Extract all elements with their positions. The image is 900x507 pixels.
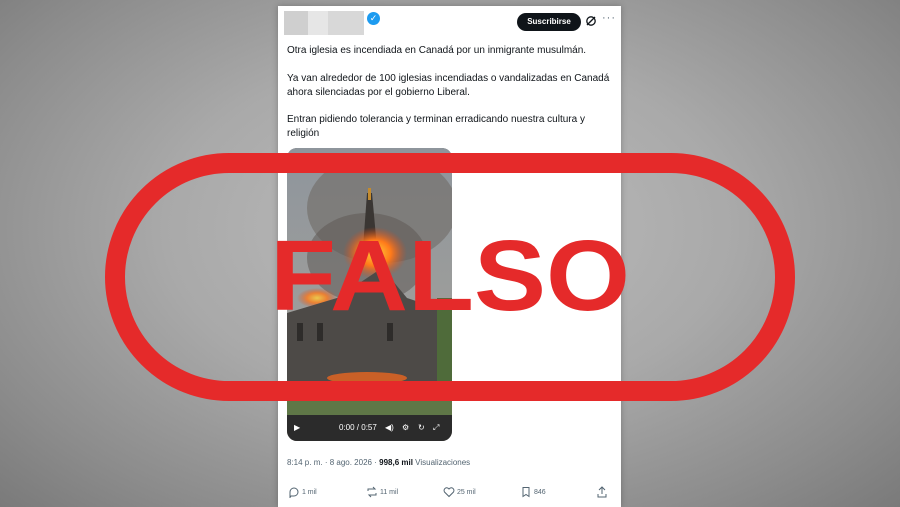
bookmark-button[interactable]: 846 (520, 486, 546, 499)
repost-count: 11 mil (379, 488, 399, 496)
video-time: 0:00 / 0:57 (339, 423, 377, 432)
like-count: 25 mil (456, 488, 476, 496)
replay-icon[interactable]: ↻ (418, 423, 425, 432)
volume-icon[interactable]: ◀) (385, 423, 394, 432)
verified-badge-icon: ✓ (367, 12, 380, 25)
heart-icon (443, 487, 455, 498)
tweet-text-line-5: religión (287, 128, 320, 139)
settings-icon[interactable]: ⚙ (402, 423, 409, 432)
repost-button[interactable]: 11 mil (366, 486, 398, 499)
tweet-date[interactable]: 8 ago. 2026 (330, 458, 372, 467)
reply-button[interactable]: 1 mil (288, 486, 317, 500)
tweet-meta: 8:14 p. m. · 8 ago. 2026 · 998,6 mil Vis… (287, 458, 470, 467)
tweet-text-line-2: Ya van alrededor de 100 iglesias incendi… (287, 73, 610, 84)
tweet-header: ✓ Suscribirse ··· (278, 6, 621, 40)
meta-separator: · (324, 458, 328, 467)
fullscreen-icon[interactable]: ⤢ (433, 423, 439, 433)
video-player[interactable]: ▶ 0:00 / 0:57 ◀) ⚙ ↻ ⤢ (287, 148, 452, 441)
like-button[interactable]: 25 mil (443, 486, 476, 499)
repost-icon (367, 486, 377, 498)
tweet-time[interactable]: 8:14 p. m. (287, 458, 323, 467)
bookmark-icon (522, 487, 530, 498)
blurred-author-avatar-name[interactable] (284, 11, 364, 35)
tweet-card: ✓ Suscribirse ··· Otra iglesia es incend… (278, 6, 621, 507)
share-icon (597, 486, 607, 498)
more-options-icon[interactable]: ··· (602, 12, 616, 24)
church-fire-video-frame (287, 148, 452, 441)
grok-icon[interactable] (585, 15, 597, 27)
view-count: 998,6 mil (379, 458, 413, 467)
tweet-text-line-4: Entran pidiendo tolerancia y terminan er… (287, 114, 585, 125)
tweet-actions: 1 mil 11 mil 25 mil 846 (278, 486, 621, 502)
views-label: Visualizaciones (415, 458, 471, 467)
meta-separator-2: · (374, 458, 377, 467)
reply-icon (289, 487, 299, 500)
tweet-text-line-3: ahora silenciadas por el gobierno Libera… (287, 87, 470, 98)
reply-count: 1 mil (301, 488, 317, 496)
bookmark-count: 846 (533, 488, 546, 496)
tweet-text-line-1: Otra iglesia es incendiada en Canadá por… (287, 45, 587, 56)
play-icon[interactable]: ▶ (294, 423, 300, 432)
share-button[interactable] (596, 486, 608, 499)
subscribe-button[interactable]: Suscribirse (517, 13, 581, 31)
video-controls: ▶ 0:00 / 0:57 ◀) ⚙ ↻ ⤢ (287, 417, 452, 441)
